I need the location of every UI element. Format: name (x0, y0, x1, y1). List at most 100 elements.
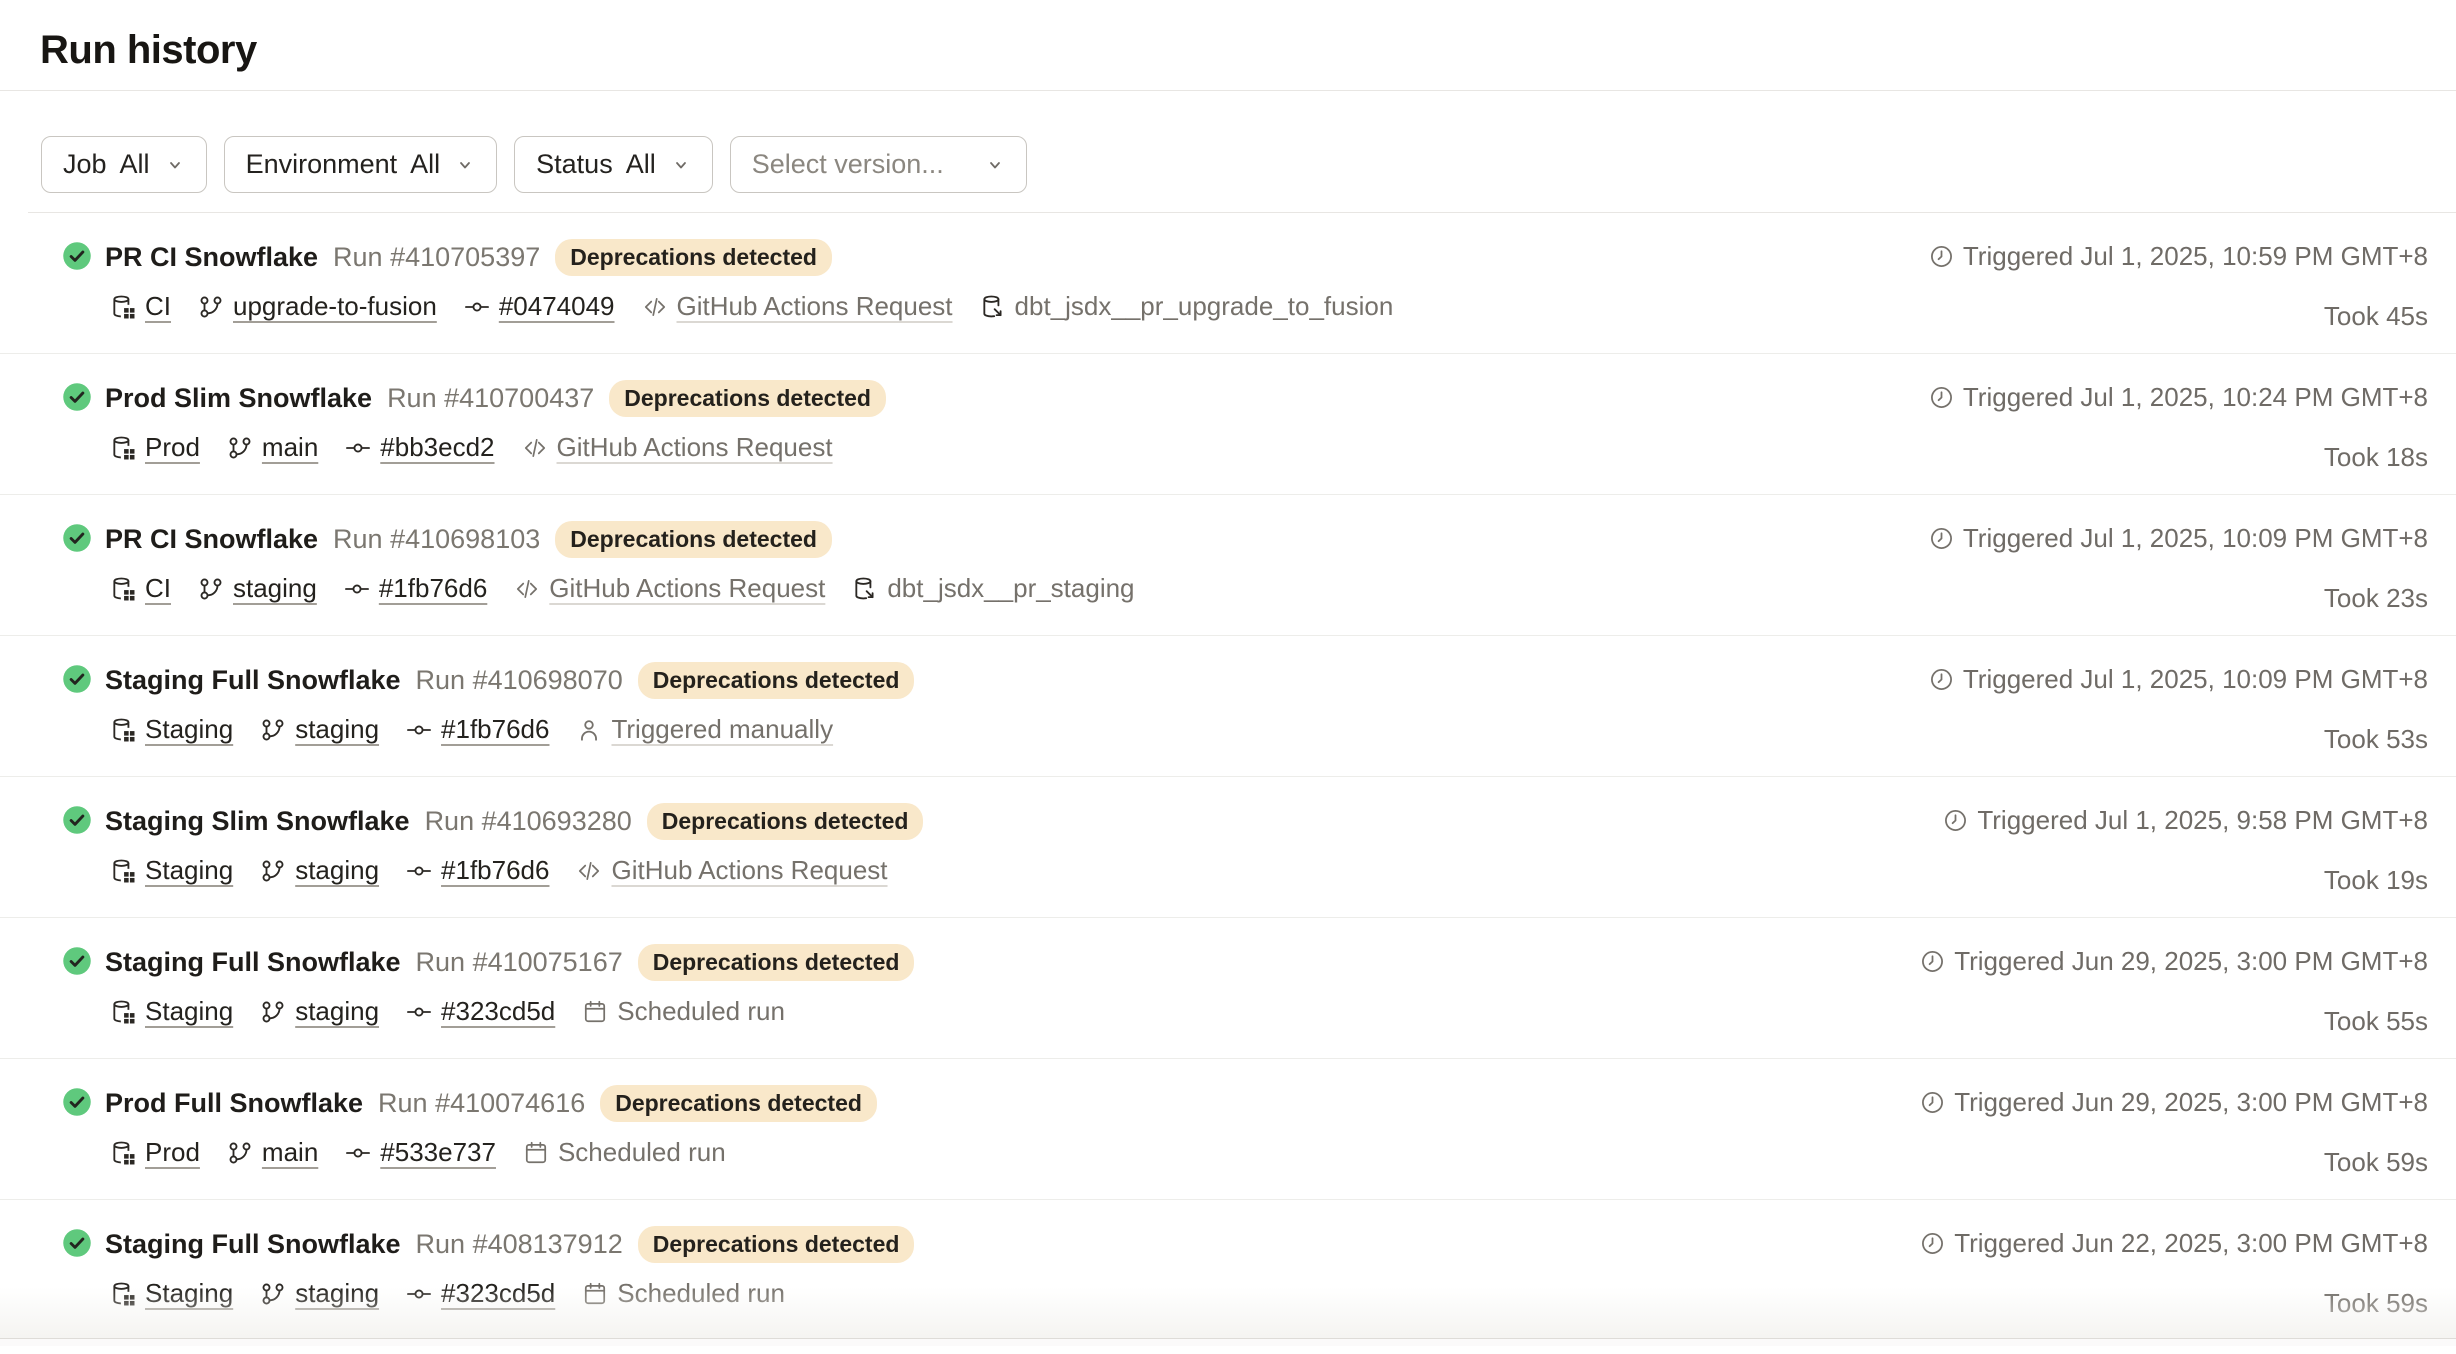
commit-link[interactable]: #1fb76d6 (441, 855, 549, 886)
triggered-time: Triggered Jun 29, 2025, 3:00 PM GMT+8 (1954, 1087, 2428, 1118)
job-name: Prod Full Snowflake (105, 1088, 363, 1119)
environment-link[interactable]: CI (145, 573, 171, 604)
environment-icon (110, 435, 136, 461)
deprecations-badge: Deprecations detected (638, 662, 915, 699)
deprecations-badge: Deprecations detected (638, 1226, 915, 1263)
run-duration: Took 23s (1929, 583, 2428, 614)
run-success-icon (62, 1228, 92, 1258)
run-number: Run #410705397 (333, 242, 540, 273)
environment-link[interactable]: Prod (145, 432, 200, 463)
git-commit-icon (345, 435, 371, 461)
commit-link[interactable]: #533e737 (380, 1137, 496, 1168)
git-branch-icon (260, 999, 286, 1025)
clock-icon (1920, 949, 1945, 974)
filter-bar: Job All Environment All Status All Selec… (41, 136, 2456, 193)
run-row[interactable]: Staging Full Snowflake Run #410698070 De… (0, 636, 2456, 777)
triggered-time: Triggered Jul 1, 2025, 10:09 PM GMT+8 (1963, 664, 2428, 695)
git-commit-icon (406, 999, 432, 1025)
deprecations-badge: Deprecations detected (555, 239, 832, 276)
run-number: Run #410698103 (333, 524, 540, 555)
run-row[interactable]: Prod Full Snowflake Run #410074616 Depre… (0, 1059, 2456, 1200)
deprecations-badge: Deprecations detected (638, 944, 915, 981)
git-branch-icon (198, 294, 224, 320)
run-number: Run #408137912 (416, 1229, 623, 1260)
run-duration: Took 45s (1929, 301, 2428, 332)
trigger-label: GitHub Actions Request (549, 573, 825, 604)
environment-icon (110, 1140, 136, 1166)
trigger-label: GitHub Actions Request (557, 432, 833, 463)
triggered-time: Triggered Jul 1, 2025, 10:24 PM GMT+8 (1963, 382, 2428, 413)
run-row[interactable]: Staging Full Snowflake Run #410075167 De… (0, 918, 2456, 1059)
run-duration: Took 59s (1920, 1147, 2428, 1178)
branch-link[interactable]: staging (233, 573, 317, 604)
version-filter-dropdown[interactable]: Select version... (730, 136, 1027, 193)
code-icon (514, 576, 540, 602)
commit-link[interactable]: #323cd5d (441, 1278, 555, 1309)
git-branch-icon (260, 1281, 286, 1307)
git-branch-icon (227, 435, 253, 461)
environment-filter-value: All (410, 149, 440, 180)
branch-link[interactable]: main (262, 432, 318, 463)
status-filter-dropdown[interactable]: Status All (514, 136, 713, 193)
commit-link[interactable]: #323cd5d (441, 996, 555, 1027)
environment-icon (110, 576, 136, 602)
trigger-label: Scheduled run (617, 996, 785, 1027)
chevron-down-icon (165, 155, 185, 175)
status-filter-label: Status (536, 149, 613, 180)
environment-link[interactable]: Staging (145, 1278, 233, 1309)
branch-link[interactable]: upgrade-to-fusion (233, 291, 437, 322)
run-row[interactable]: Prod Slim Snowflake Run #410700437 Depre… (0, 354, 2456, 495)
run-success-icon (62, 523, 92, 553)
database-schema-icon (980, 294, 1006, 320)
git-commit-icon (345, 1140, 371, 1166)
commit-link[interactable]: #bb3ecd2 (380, 432, 494, 463)
environment-link[interactable]: Staging (145, 714, 233, 745)
code-icon (522, 435, 548, 461)
commit-link[interactable]: #0474049 (499, 291, 615, 322)
environment-filter-label: Environment (246, 149, 398, 180)
job-name: PR CI Snowflake (105, 524, 318, 555)
calendar-icon (582, 1281, 608, 1307)
code-icon (576, 858, 602, 884)
triggered-time: Triggered Jul 1, 2025, 10:09 PM GMT+8 (1963, 523, 2428, 554)
branch-link[interactable]: staging (295, 996, 379, 1027)
run-row[interactable]: Staging Slim Snowflake Run #410693280 De… (0, 777, 2456, 918)
run-success-icon (62, 664, 92, 694)
environment-link[interactable]: Staging (145, 996, 233, 1027)
branch-link[interactable]: staging (295, 1278, 379, 1309)
status-filter-value: All (626, 149, 656, 180)
commit-link[interactable]: #1fb76d6 (441, 714, 549, 745)
branch-link[interactable]: main (262, 1137, 318, 1168)
branch-link[interactable]: staging (295, 714, 379, 745)
chevron-down-icon (455, 155, 475, 175)
environment-link[interactable]: Prod (145, 1137, 200, 1168)
deprecations-badge: Deprecations detected (609, 380, 886, 417)
branch-link[interactable]: staging (295, 855, 379, 886)
run-success-icon (62, 805, 92, 835)
run-number: Run #410698070 (416, 665, 623, 696)
trigger-label: Triggered manually (611, 714, 833, 745)
triggered-time: Triggered Jul 1, 2025, 10:59 PM GMT+8 (1963, 241, 2428, 272)
git-commit-icon (406, 1281, 432, 1307)
trigger-label: Scheduled run (558, 1137, 726, 1168)
git-branch-icon (260, 858, 286, 884)
run-row[interactable]: Staging Full Snowflake Run #408137912 De… (0, 1200, 2456, 1341)
environment-link[interactable]: CI (145, 291, 171, 322)
page-title: Run history (40, 28, 2456, 73)
environment-link[interactable]: Staging (145, 855, 233, 886)
clock-icon (1920, 1090, 1945, 1115)
user-icon (576, 717, 602, 743)
run-number: Run #410074616 (378, 1088, 585, 1119)
run-row[interactable]: PR CI Snowflake Run #410698103 Deprecati… (0, 495, 2456, 636)
run-row[interactable]: PR CI Snowflake Run #410705397 Deprecati… (0, 213, 2456, 354)
schema-name: dbt_jsdx__pr_upgrade_to_fusion (1015, 291, 1394, 322)
chevron-down-icon (671, 155, 691, 175)
job-name: Prod Slim Snowflake (105, 383, 372, 414)
bottom-edge-divider (0, 1338, 2456, 1346)
job-name: Staging Full Snowflake (105, 947, 401, 978)
environment-icon (110, 294, 136, 320)
environment-filter-dropdown[interactable]: Environment All (224, 136, 498, 193)
job-name: PR CI Snowflake (105, 242, 318, 273)
commit-link[interactable]: #1fb76d6 (379, 573, 487, 604)
job-filter-dropdown[interactable]: Job All (41, 136, 207, 193)
